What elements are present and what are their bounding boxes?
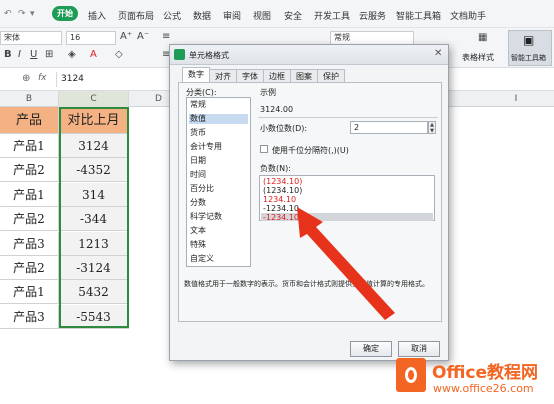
category-item[interactable]: 科学记数 <box>189 212 248 222</box>
tab-number[interactable]: 数字 <box>182 67 210 83</box>
tab-pattern[interactable]: 图案 <box>290 69 318 83</box>
office-logo-icon <box>396 358 426 392</box>
app-icon <box>174 49 185 60</box>
column-header-i[interactable]: I <box>478 91 554 107</box>
menu-view[interactable]: 视图 <box>253 9 271 22</box>
dialog-titlebar: 单元格格式 ✕ <box>170 45 448 65</box>
undo-icon[interactable]: ↶ <box>4 9 12 19</box>
decrease-font-icon[interactable]: A⁻ <box>137 31 149 42</box>
clear-format-icon[interactable]: ◇ <box>115 49 123 60</box>
negative-numbers-label: 负数(N): <box>260 164 291 173</box>
sample-value: 3124.00 <box>260 105 294 114</box>
category-item[interactable]: 数值 <box>189 114 248 124</box>
category-item[interactable]: 分数 <box>189 198 248 208</box>
product-cell[interactable]: 产品1 <box>0 182 59 207</box>
tab-protection[interactable]: 保护 <box>317 69 345 83</box>
negative-format-item[interactable]: -1234.10 <box>263 213 299 222</box>
smart-toolbox-button[interactable]: ▣ 智能工具箱 <box>508 30 552 66</box>
tab-border[interactable]: 边框 <box>263 69 291 83</box>
menu-smart-toolbox[interactable]: 智能工具箱 <box>396 9 441 22</box>
negative-numbers-list[interactable]: (1234.10) (1234.10) 1234.10 -1234.10 -1234.1… <box>259 175 435 222</box>
font-size-select[interactable]: 16 <box>66 31 116 45</box>
menu-bar: ↶ ↷ ▾ 开始 插入 页面布局 公式 数据 审阅 视图 安全 开发工具 云服务… <box>0 0 554 28</box>
menu-cloud[interactable]: 云服务 <box>359 9 386 22</box>
category-item[interactable]: 常规 <box>189 100 248 110</box>
tab-font[interactable]: 字体 <box>236 69 264 83</box>
ok-button[interactable]: 确定 <box>350 341 392 357</box>
bold-icon[interactable]: B <box>4 49 12 60</box>
underline-icon[interactable]: U <box>30 49 37 60</box>
sample-label: 示例 <box>260 88 276 97</box>
sample-box: 3124.00 <box>258 103 438 118</box>
dropdown-icon[interactable]: ▾ <box>30 9 35 19</box>
decimal-places-label: 小数位数(D): <box>260 124 308 133</box>
menu-formulas[interactable]: 公式 <box>163 9 181 22</box>
tab-start[interactable]: 开始 <box>52 6 78 21</box>
menu-security[interactable]: 安全 <box>284 9 302 22</box>
column-header-b[interactable]: B <box>0 91 59 107</box>
selection-border <box>59 107 129 328</box>
font-color-icon[interactable]: A <box>90 49 97 60</box>
column-header-c[interactable]: C <box>59 91 129 107</box>
menu-doc-assistant[interactable]: 文档助手 <box>450 9 486 22</box>
category-item[interactable]: 百分比 <box>189 184 248 194</box>
fill-color-icon[interactable]: ◈ <box>68 49 76 60</box>
decimal-places-input[interactable]: 2 <box>350 121 428 134</box>
category-item[interactable]: 特殊 <box>189 240 248 250</box>
dialog-title: 单元格格式 <box>189 51 229 60</box>
smart-toolbox-label: 智能工具箱 <box>511 54 546 62</box>
tab-alignment[interactable]: 对齐 <box>209 69 237 83</box>
table-style-label[interactable]: 表格样式 <box>462 52 494 63</box>
close-icon[interactable]: ✕ <box>434 48 442 59</box>
menu-review[interactable]: 审阅 <box>223 9 241 22</box>
thousands-separator-checkbox[interactable] <box>260 145 268 153</box>
header-cell-product[interactable]: 产品 <box>0 107 59 134</box>
format-cells-dialog: 单元格格式 ✕ 数字 对齐 字体 边框 图案 保护 分类(C): 常规 数值 货币会… <box>169 44 449 361</box>
category-item[interactable]: 时间 <box>189 170 248 180</box>
category-item[interactable]: 货币 <box>189 128 248 138</box>
font-name-select[interactable]: 宋体 <box>0 31 62 45</box>
border-icon[interactable]: ⊞ <box>45 49 53 60</box>
thousands-separator-label: 使用千位分隔符(,)(U) <box>272 146 349 155</box>
fx-label[interactable]: fx <box>38 73 47 83</box>
menu-page-layout[interactable]: 页面布局 <box>118 9 154 22</box>
product-cell[interactable]: 产品1 <box>0 280 59 305</box>
increase-font-icon[interactable]: A⁺ <box>120 31 132 42</box>
redo-icon[interactable]: ↷ <box>18 9 26 19</box>
category-list[interactable]: 常规数值货币会计专用日期时间百分比分数科学记数文本特殊自定义 <box>186 97 251 267</box>
negative-format-item[interactable]: (1234.10) <box>263 186 302 195</box>
decimal-spinner[interactable]: ▲ ▼ <box>428 121 436 134</box>
product-cell[interactable]: 产品2 <box>0 207 59 232</box>
toolbox-icon: ▣ <box>523 33 535 47</box>
menu-insert[interactable]: 插入 <box>88 9 106 22</box>
align-left-icon[interactable]: ≡ <box>162 31 170 42</box>
category-item[interactable]: 会计专用 <box>189 142 248 152</box>
product-cell[interactable]: 产品3 <box>0 231 59 256</box>
watermark-brand: Office教程网 <box>432 363 539 383</box>
product-cell[interactable]: 产品1 <box>0 134 59 158</box>
menu-data[interactable]: 数据 <box>193 9 211 22</box>
negative-format-item[interactable]: -1234.10 <box>263 204 299 213</box>
format-description: 数值格式用于一般数字的表示。货币和会计格式则提供货币值计算的专用格式。 <box>184 280 429 288</box>
table-style-icon[interactable]: ▦ <box>478 32 487 43</box>
watermark: Office教程网 www.office26.com <box>392 352 554 404</box>
italic-icon[interactable]: I <box>18 49 21 60</box>
menu-developer[interactable]: 开发工具 <box>314 9 350 22</box>
category-item[interactable]: 自定义 <box>189 254 248 264</box>
product-cell[interactable]: 产品3 <box>0 304 59 329</box>
category-item[interactable]: 文本 <box>189 226 248 236</box>
number-format-select[interactable]: 常规 <box>330 31 414 45</box>
product-cell[interactable]: 产品2 <box>0 256 59 280</box>
product-cell[interactable]: 产品2 <box>0 158 59 183</box>
negative-format-item[interactable]: (1234.10) <box>263 177 302 186</box>
watermark-url: www.office26.com <box>433 382 534 395</box>
negative-format-item[interactable]: 1234.10 <box>263 195 296 204</box>
category-item[interactable]: 日期 <box>189 156 248 166</box>
zoom-icon[interactable]: ⊕ <box>22 73 30 84</box>
